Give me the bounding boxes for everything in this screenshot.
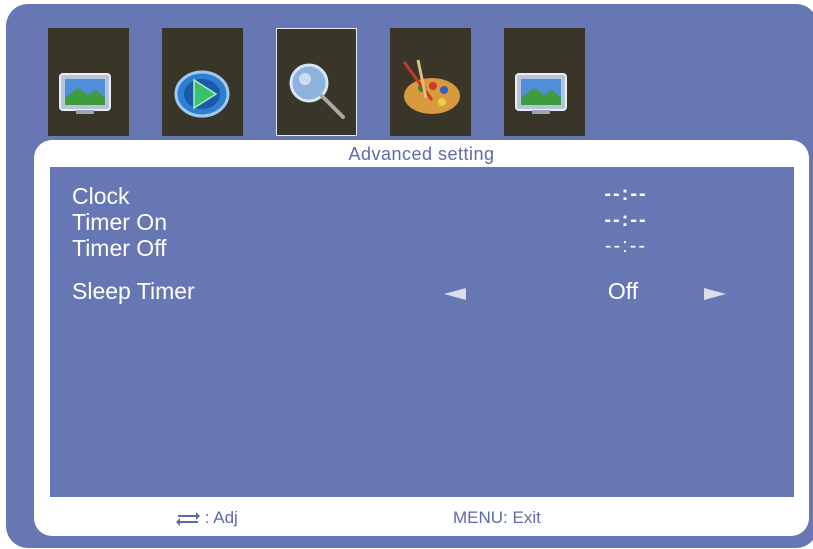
advanced-setting-card: Advanced setting Clock --:-- Timer On --… <box>34 140 809 536</box>
settings-list: Clock --:-- Timer On --:-- Timer Off --:… <box>50 167 794 497</box>
osd-panel: Advanced setting Clock --:-- Timer On --… <box>6 4 813 548</box>
tab-display[interactable] <box>504 28 585 136</box>
clock-value[interactable]: --:-- <box>584 183 668 206</box>
tab-advanced-setting[interactable] <box>276 28 357 136</box>
exit-hint: MENU: Exit <box>453 508 541 527</box>
magnifier-icon <box>289 63 345 119</box>
arrow-right-icon[interactable] <box>704 288 726 300</box>
arrow-left-icon[interactable] <box>444 288 466 300</box>
timer-off-label[interactable]: Timer Off <box>72 235 167 261</box>
timer-off-value[interactable]: --:-- <box>584 235 668 258</box>
adjust-arrows-icon <box>176 511 200 526</box>
timer-on-label[interactable]: Timer On <box>72 209 167 235</box>
timer-on-value[interactable]: --:-- <box>584 209 668 232</box>
monitor-picture-icon <box>515 73 567 114</box>
palette-icon <box>402 59 460 114</box>
adjust-hint-text: : Adj <box>204 508 238 527</box>
adjust-hint: : Adj <box>176 508 238 528</box>
sleep-timer-value[interactable]: Off <box>583 278 663 304</box>
play-sphere-icon <box>174 70 230 118</box>
clock-label[interactable]: Clock <box>72 183 130 209</box>
tab-play[interactable] <box>162 28 243 136</box>
page-title: Advanced setting <box>348 144 495 164</box>
tab-picture[interactable] <box>48 28 129 136</box>
sleep-timer-label[interactable]: Sleep Timer <box>72 278 195 304</box>
monitor-picture-icon <box>59 73 111 114</box>
tab-palette[interactable] <box>390 28 471 136</box>
